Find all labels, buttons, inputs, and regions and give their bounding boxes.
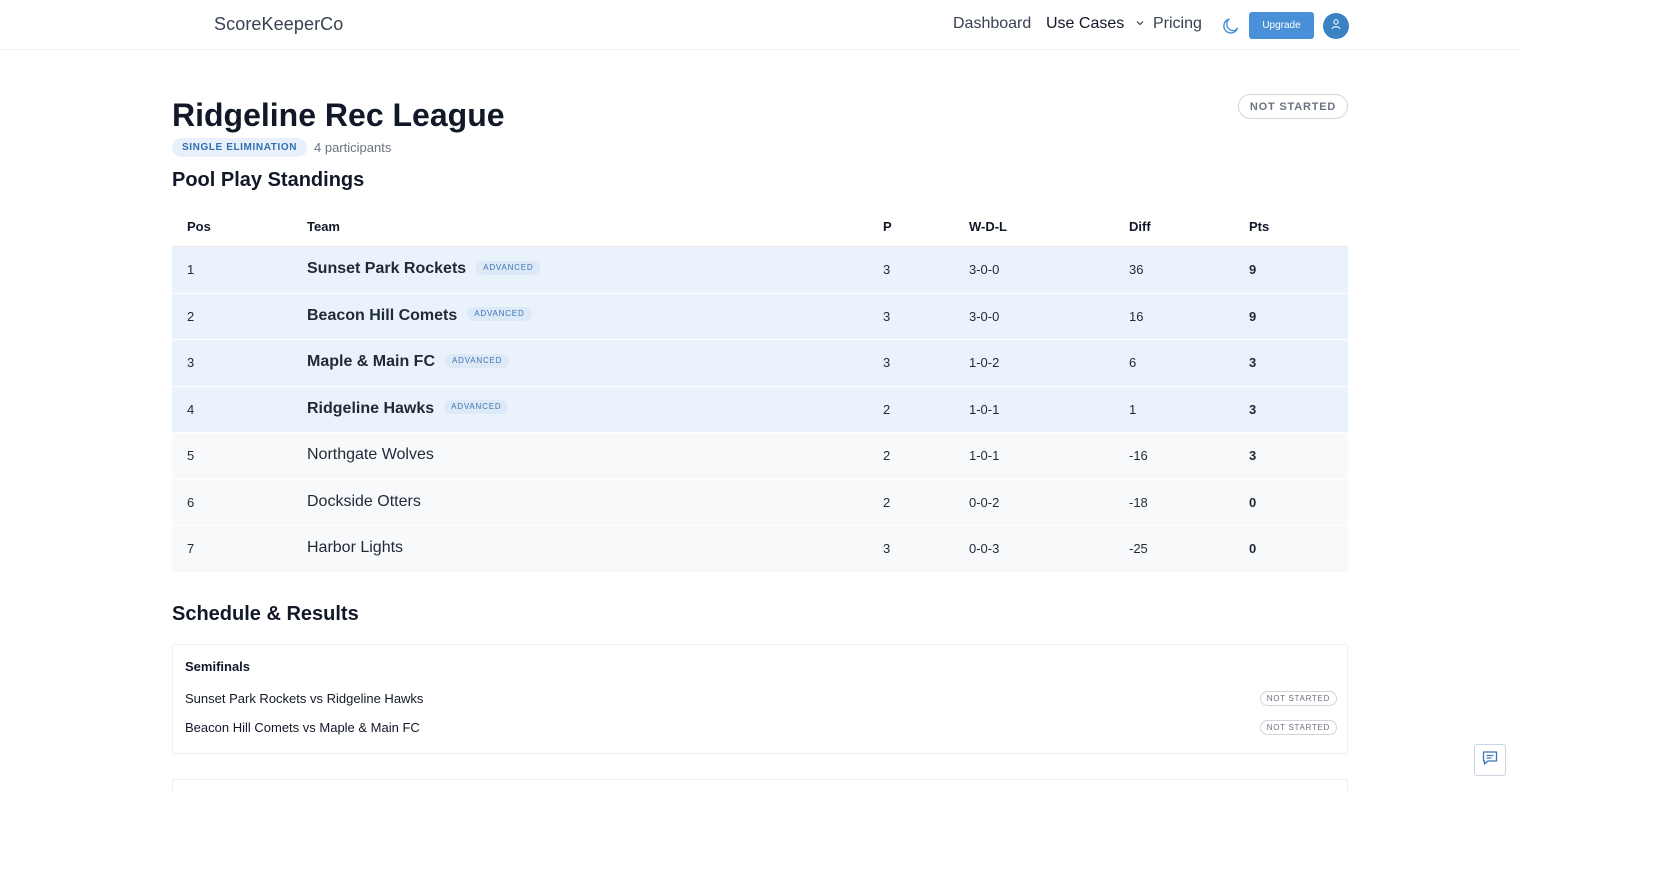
points-cell: 9 [1249,308,1257,324]
wdl-cell: 3-0-0 [969,308,1000,324]
format-badge: SINGLE ELIMINATION [172,138,308,157]
wdl-cell: 3-0-0 [969,262,1000,277]
team-name[interactable]: Dockside Otters [307,493,421,510]
page-title: Ridgeline Rec League [172,97,505,133]
team-cell: Dockside Otters [307,493,421,511]
team-cell: Maple & Main FC ADVANCED [307,353,510,371]
standings-table: Pos Team P W-D-L Diff Pts 1 Sunset Park R… [172,210,1348,573]
played-cell: 3 [883,308,891,324]
points-cell: 3 [1249,355,1257,370]
position-cell: 2 [187,308,195,324]
diff-cell: -25 [1129,541,1148,556]
diff-cell: 1 [1129,401,1137,417]
round-title: Semifinals [185,659,251,674]
wdl-cell: 0-0-2 [969,494,1000,510]
schedule-section-title: Schedule & Results [172,603,359,625]
match-item[interactable]: Sunset Park Rockets vs Ridgeline Hawks [185,691,423,706]
diff-cell: -16 [1129,448,1148,463]
match-status-badge: NOT STARTED [1259,691,1337,706]
match-item[interactable]: Beacon Hill Comets vs Maple & Main FC [185,720,420,735]
played-cell: 3 [883,355,891,370]
team-cell: Northgate Wolves [307,446,434,464]
played-cell: 2 [883,401,891,417]
team-cell: Sunset Park Rockets ADVANCED [307,260,541,278]
diff-cell: -18 [1129,494,1148,510]
table-row[interactable]: 5 Northgate Wolves 2 1-0-1 -16 3 [172,433,1348,480]
team-cell: Beacon Hill Comets ADVANCED [307,307,532,325]
brand-logo-text[interactable]: ScoreKeeperCo [214,14,343,35]
position-cell: 1 [187,262,195,277]
wdl-cell: 1-0-1 [969,401,1000,417]
points-cell: 3 [1249,401,1257,417]
position-cell: 7 [187,541,195,556]
team-name[interactable]: Maple & Main FC [307,353,435,370]
team-name[interactable]: Harbor Lights [307,539,403,556]
column-header-team: Team [307,219,340,234]
moon-icon[interactable] [1221,16,1241,36]
top-navbar: ScoreKeeperCo Dashboard Use Cases Pricin… [0,0,1520,50]
nav-use-cases-label: Use Cases [1046,15,1125,33]
nav-pricing-link[interactable]: Pricing [1153,15,1202,33]
diff-cell: 16 [1129,308,1144,324]
nav-dashboard-link[interactable]: Dashboard [953,15,1031,33]
advanced-badge: ADVANCED [467,307,532,322]
team-cell: Ridgeline Hawks ADVANCED [307,400,509,418]
points-cell: 9 [1249,262,1257,277]
standings-section-title: Pool Play Standings [172,169,365,191]
points-cell: 0 [1249,541,1257,556]
feedback-chat-button[interactable] [1474,744,1506,776]
wdl-cell: 1-0-2 [969,355,1000,370]
team-cell: Harbor Lights [307,539,403,557]
team-name[interactable]: Sunset Park Rockets [307,260,466,277]
wdl-cell: 1-0-1 [969,448,1000,463]
advanced-badge: ADVANCED [445,353,510,368]
position-cell: 4 [187,401,195,417]
table-row[interactable]: 4 Ridgeline Hawks ADVANCED 2 1-0-1 1 3 [172,386,1348,433]
column-header-played: P [883,219,892,234]
upgrade-button[interactable]: Upgrade [1249,12,1314,39]
table-row[interactable]: 6 Dockside Otters 2 0-0-2 -18 0 [172,479,1348,526]
schedule-round-card: Semifinals Sunset Park Rockets vs Ridgel… [172,644,1348,754]
table-row[interactable]: 3 Maple & Main FC ADVANCED 3 1-0-2 6 3 [172,340,1348,387]
table-header-row: Pos Team P W-D-L Diff Pts [172,210,1348,247]
advanced-badge: ADVANCED [444,400,509,415]
table-row[interactable]: 1 Sunset Park Rockets ADVANCED 3 3-0-0 36 9 [172,247,1348,294]
advanced-badge: ADVANCED [476,260,541,275]
team-name[interactable]: Northgate Wolves [307,446,434,463]
points-cell: 3 [1249,448,1257,463]
column-header-pos: Pos [187,219,211,234]
participants-count: 4 participants [314,140,392,155]
position-cell: 5 [187,448,195,463]
team-name[interactable]: Beacon Hill Comets [307,307,457,324]
points-cell: 0 [1249,494,1257,510]
played-cell: 3 [883,541,891,556]
user-icon [1330,17,1342,35]
wdl-cell: 0-0-3 [969,541,1000,556]
position-cell: 6 [187,494,195,510]
column-header-diff: Diff [1129,219,1151,234]
tournament-status-badge: NOT STARTED [1238,94,1348,119]
table-row[interactable]: 2 Beacon Hill Comets ADVANCED 3 3-0-0 16 9 [172,293,1348,340]
nav-use-cases-dropdown[interactable]: Use Cases [1046,15,1145,33]
diff-cell: 6 [1129,355,1137,370]
column-header-wdl: W-D-L [969,219,1007,234]
position-cell: 3 [187,355,195,370]
chat-icon [1481,749,1499,772]
played-cell: 2 [883,448,891,463]
diff-cell: 36 [1129,262,1144,277]
next-round-card [172,779,1348,791]
team-name[interactable]: Ridgeline Hawks [307,400,434,417]
played-cell: 3 [883,262,891,277]
table-row[interactable]: 7 Harbor Lights 3 0-0-3 -25 0 [172,526,1348,573]
match-status-badge: NOT STARTED [1259,720,1337,735]
user-avatar[interactable] [1323,13,1349,39]
column-header-pts: Pts [1249,219,1270,234]
chevron-down-icon [1135,15,1145,33]
played-cell: 2 [883,494,891,510]
